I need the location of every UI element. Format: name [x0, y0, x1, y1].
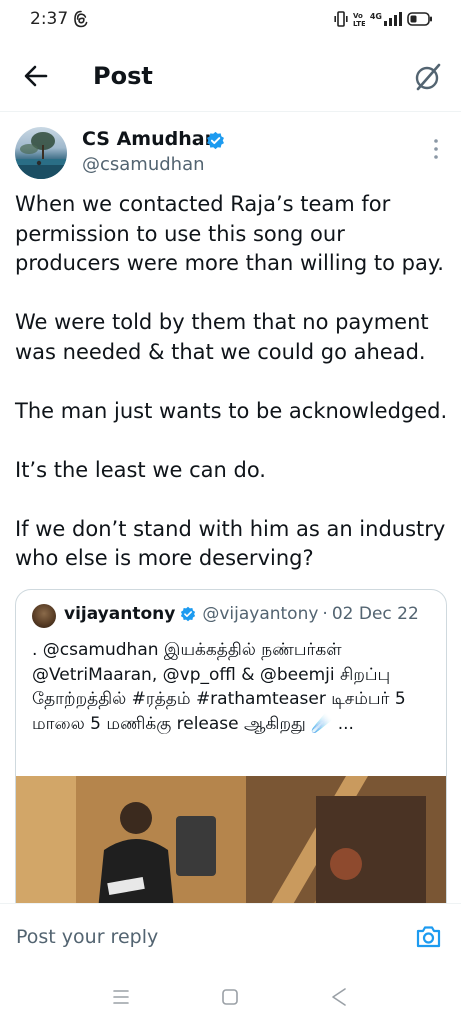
threads-icon — [74, 10, 88, 28]
camera-icon[interactable] — [415, 923, 442, 950]
verified-badge-icon — [207, 131, 224, 150]
quoted-tweet-text: . @csamudhan இயக்கத்தில் நண்பர்கள் @Vetr… — [32, 640, 406, 734]
quoted-tweet-header: vijayantony @vijayantony · 02 Dec 22 — [64, 604, 419, 624]
signal-icon — [384, 12, 402, 26]
author-name[interactable]: CS Amudhan — [82, 128, 218, 150]
back-triangle-icon[interactable] — [329, 986, 349, 1008]
verified-badge-icon — [181, 606, 196, 622]
quoted-author-avatar — [32, 604, 56, 628]
reply-input[interactable]: Post your reply — [16, 926, 158, 948]
quoted-date: 02 Dec 22 — [331, 604, 419, 624]
avatar-image — [15, 132, 67, 179]
author-avatar[interactable] — [15, 127, 67, 179]
page-title: Post — [93, 62, 153, 90]
quoted-tweet[interactable]: vijayantony @vijayantony · 02 Dec 22 . @… — [15, 589, 447, 929]
arrow-left-icon[interactable] — [22, 62, 50, 90]
separator-dot: · — [322, 604, 328, 624]
grok-icon[interactable] — [413, 62, 443, 92]
volte-icon: Vo LTE — [353, 12, 365, 27]
post-header: Post — [0, 40, 461, 112]
author-handle[interactable]: @csamudhan — [82, 154, 205, 175]
tweet-text: When we contacted Raja’s team for permis… — [15, 192, 448, 570]
status-icons: Vo LTE 4G — [334, 11, 433, 27]
quoted-author-handle: @vijayantony — [202, 604, 319, 624]
reply-bar: Post your reply — [0, 903, 461, 970]
system-nav-bar — [0, 970, 461, 1024]
menu-icon[interactable] — [111, 987, 131, 1007]
status-time: 2:37 — [30, 9, 69, 29]
svg-text:LTE: LTE — [353, 20, 365, 27]
battery-icon — [407, 12, 432, 26]
svg-text:Vo: Vo — [353, 12, 363, 20]
home-icon[interactable] — [220, 987, 240, 1007]
network-type-label: 4G — [369, 11, 382, 21]
more-options-icon[interactable] — [431, 138, 441, 160]
status-bar: 2:37 Vo LTE 4G — [0, 0, 461, 40]
vibrate-icon — [334, 11, 348, 27]
quoted-author-name: vijayantony — [64, 604, 176, 624]
